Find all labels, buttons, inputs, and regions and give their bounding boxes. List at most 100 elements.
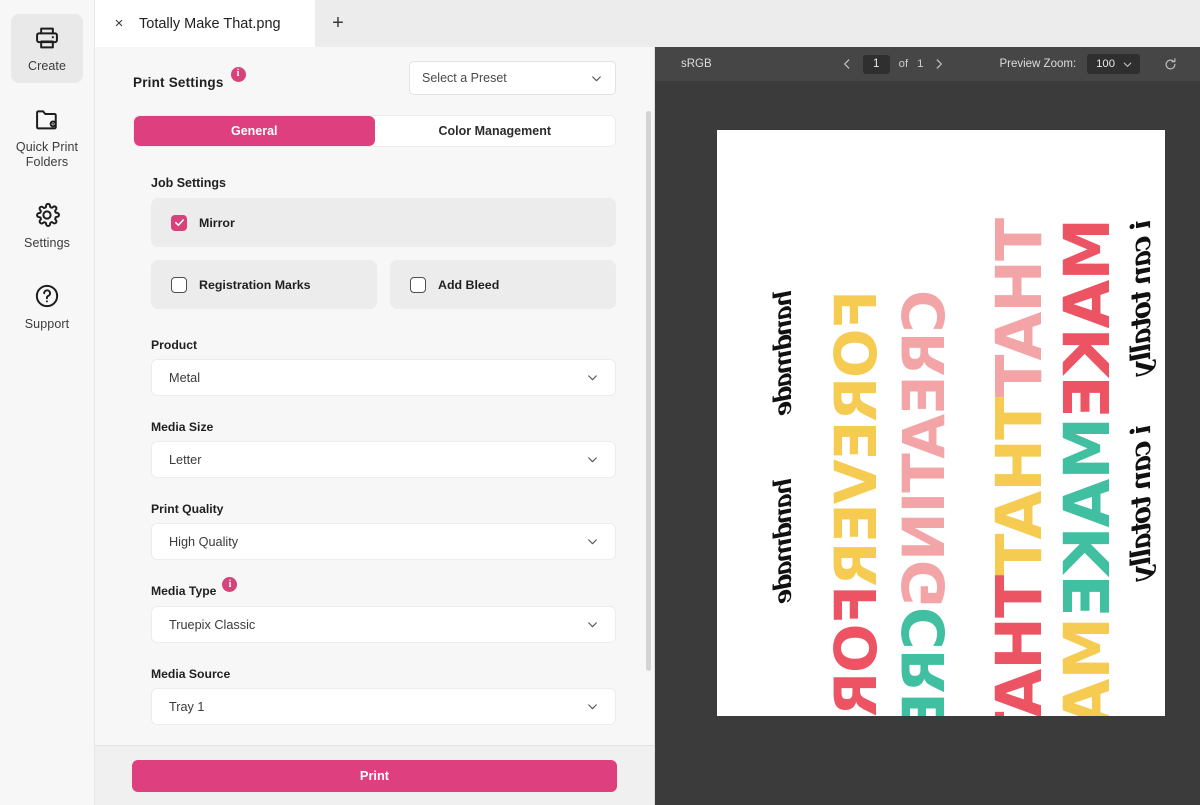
artwork-mirrored: i can totallyi can totallyMAKEMAKEMAKEMA… bbox=[717, 130, 1165, 716]
artwork-word: FOREVER bbox=[822, 290, 891, 586]
tab-general[interactable]: General bbox=[134, 116, 375, 146]
print-settings-scroll: Print Settings i Select a Preset General bbox=[95, 47, 654, 745]
media-size-select[interactable]: Letter bbox=[151, 441, 616, 478]
sidebar-item-create[interactable]: Create bbox=[11, 14, 83, 83]
page-of-label: of bbox=[898, 58, 909, 70]
field-print-quality: Print Quality High Quality bbox=[133, 502, 616, 560]
checkbox-mirror[interactable]: Mirror bbox=[151, 198, 616, 247]
preview-zoom-value: 100 bbox=[1096, 58, 1115, 70]
sidebar-item-settings[interactable]: Settings bbox=[11, 191, 83, 260]
product-select[interactable]: Metal bbox=[151, 359, 616, 396]
chevron-down-icon bbox=[588, 375, 597, 381]
checkbox-unchecked-icon[interactable] bbox=[171, 276, 187, 293]
print-quality-select[interactable]: High Quality bbox=[151, 523, 616, 560]
preview-zoom-label: Preview Zoom: bbox=[999, 58, 1077, 70]
artwork-word: CREATING bbox=[890, 290, 959, 607]
chevron-right-icon[interactable] bbox=[932, 57, 946, 71]
checkbox-add-bleed[interactable]: Add Bleed bbox=[390, 260, 616, 309]
print-action-bar: Print bbox=[95, 745, 654, 805]
checkbox-unchecked-icon[interactable] bbox=[410, 276, 426, 293]
main-area: × Totally Make That.png + Print Settings… bbox=[95, 0, 1200, 805]
artwork-word: MAKE bbox=[1051, 617, 1124, 716]
sidebar-item-label: Create bbox=[27, 59, 67, 73]
artwork-word: MAKE bbox=[1050, 218, 1124, 418]
chevron-left-icon[interactable] bbox=[840, 57, 854, 71]
field-label-text: Media Type bbox=[151, 584, 217, 598]
info-icon[interactable]: i bbox=[222, 577, 238, 592]
field-label: Product bbox=[151, 338, 198, 352]
job-settings-row: Registration Marks Add Bleed bbox=[151, 260, 616, 309]
chevron-down-icon bbox=[588, 457, 597, 463]
new-tab-button[interactable]: + bbox=[315, 0, 361, 47]
preview-panel: sRGB 1 of 1 Preview Zoom: 100 i can tota… bbox=[655, 47, 1200, 805]
page-sheet: i can totallyi can totallyMAKEMAKEMAKEMA… bbox=[717, 130, 1165, 716]
chevron-down-icon bbox=[1123, 62, 1132, 67]
field-label: Media Source bbox=[151, 667, 231, 681]
media-source-select[interactable]: Tray 1 bbox=[151, 688, 616, 725]
artwork-word: THAT bbox=[982, 396, 1056, 576]
artwork-script-text: handmade bbox=[768, 290, 797, 415]
print-button[interactable]: Print bbox=[132, 759, 617, 792]
preview-zoom-group: Preview Zoom: 100 bbox=[999, 54, 1178, 74]
color-space-label: sRGB bbox=[681, 58, 712, 70]
checkbox-label: Mirror bbox=[199, 215, 235, 230]
artwork-word: FOREVER bbox=[822, 585, 890, 716]
gear-icon bbox=[33, 201, 61, 229]
print-settings-header: Print Settings i Select a Preset bbox=[133, 47, 616, 109]
print-quality-select-value: High Quality bbox=[169, 534, 239, 549]
preview-zoom-select[interactable]: 100 bbox=[1087, 54, 1140, 74]
chevron-down-icon bbox=[592, 75, 601, 81]
field-label: Media Type i bbox=[151, 577, 616, 599]
artwork-word-column: CREATINGCREATINGCREATINGCREATINGCREATING… bbox=[890, 290, 959, 716]
artwork-word-column: FOREVERFOREVERFOREVERFOREVERFOREVERFOREV… bbox=[822, 290, 891, 716]
info-icon[interactable]: i bbox=[230, 66, 246, 82]
tab-title: Totally Make That.png bbox=[139, 15, 281, 32]
artwork-word-column: THATTHATTHATTHATTHATTHATTHATTHAT bbox=[982, 218, 1056, 716]
job-settings-group: Mirror Registration Marks Add Bleed bbox=[133, 198, 616, 309]
preview-canvas[interactable]: i can totallyi can totallyMAKEMAKEMAKEMA… bbox=[655, 81, 1200, 805]
product-select-value: Metal bbox=[169, 370, 201, 385]
checkbox-label: Registration Marks bbox=[199, 277, 311, 292]
checkbox-label: Add Bleed bbox=[438, 277, 500, 292]
field-media-source: Media Source Tray 1 bbox=[133, 667, 616, 725]
preset-select[interactable]: Select a Preset bbox=[409, 61, 616, 95]
job-settings-heading: Job Settings bbox=[151, 176, 227, 190]
refresh-icon[interactable] bbox=[1163, 57, 1178, 72]
artwork-word: MAKE bbox=[1050, 417, 1124, 617]
page-number-input[interactable]: 1 bbox=[862, 54, 890, 74]
app-window: Create Quick Print Folders Settings Supp… bbox=[0, 0, 1200, 805]
question-circle-icon bbox=[33, 282, 61, 310]
sidebar-item-label: Support bbox=[24, 317, 70, 331]
artwork-word: THAT bbox=[982, 575, 1056, 716]
artwork-script-text: i can totally bbox=[1126, 425, 1157, 579]
document-tab[interactable]: × Totally Make That.png bbox=[95, 0, 315, 47]
field-media-size: Media Size Letter bbox=[133, 420, 616, 478]
folder-gear-icon bbox=[33, 105, 61, 133]
preset-select-value: Select a Preset bbox=[422, 71, 507, 85]
settings-scrollbar[interactable] bbox=[646, 111, 651, 671]
checkbox-checked-icon[interactable] bbox=[171, 214, 187, 231]
sidebar-item-label: Quick Print Folders bbox=[15, 140, 79, 169]
sidebar-item-support[interactable]: Support bbox=[11, 272, 83, 341]
tab-color-management[interactable]: Color Management bbox=[375, 116, 616, 146]
sidebar-item-quick-print-folders[interactable]: Quick Print Folders bbox=[11, 95, 83, 179]
print-settings-panel: Print Settings i Select a Preset General bbox=[95, 47, 655, 805]
field-label: Media Size bbox=[151, 420, 214, 434]
media-size-select-value: Letter bbox=[169, 452, 202, 467]
tab-strip: × Totally Make That.png + bbox=[95, 0, 1200, 47]
printer-icon bbox=[33, 24, 61, 52]
media-type-select[interactable]: Truepix Classic bbox=[151, 606, 616, 643]
media-source-select-value: Tray 1 bbox=[169, 699, 205, 714]
settings-tabs: General Color Management bbox=[133, 115, 616, 147]
checkbox-registration-marks[interactable]: Registration Marks bbox=[151, 260, 377, 309]
chevron-down-icon bbox=[588, 622, 597, 628]
close-icon[interactable]: × bbox=[113, 16, 125, 31]
page-pager: 1 of 1 bbox=[840, 54, 947, 74]
field-media-type: Media Type i Truepix Classic bbox=[133, 577, 616, 643]
page-total: 1 bbox=[917, 58, 924, 70]
artwork-script-text: handmade bbox=[768, 478, 797, 603]
artwork-word: THAT bbox=[982, 218, 1056, 397]
field-product: Product Metal bbox=[133, 338, 616, 396]
chevron-down-icon bbox=[588, 539, 597, 545]
page-title: Print Settings bbox=[133, 74, 224, 90]
